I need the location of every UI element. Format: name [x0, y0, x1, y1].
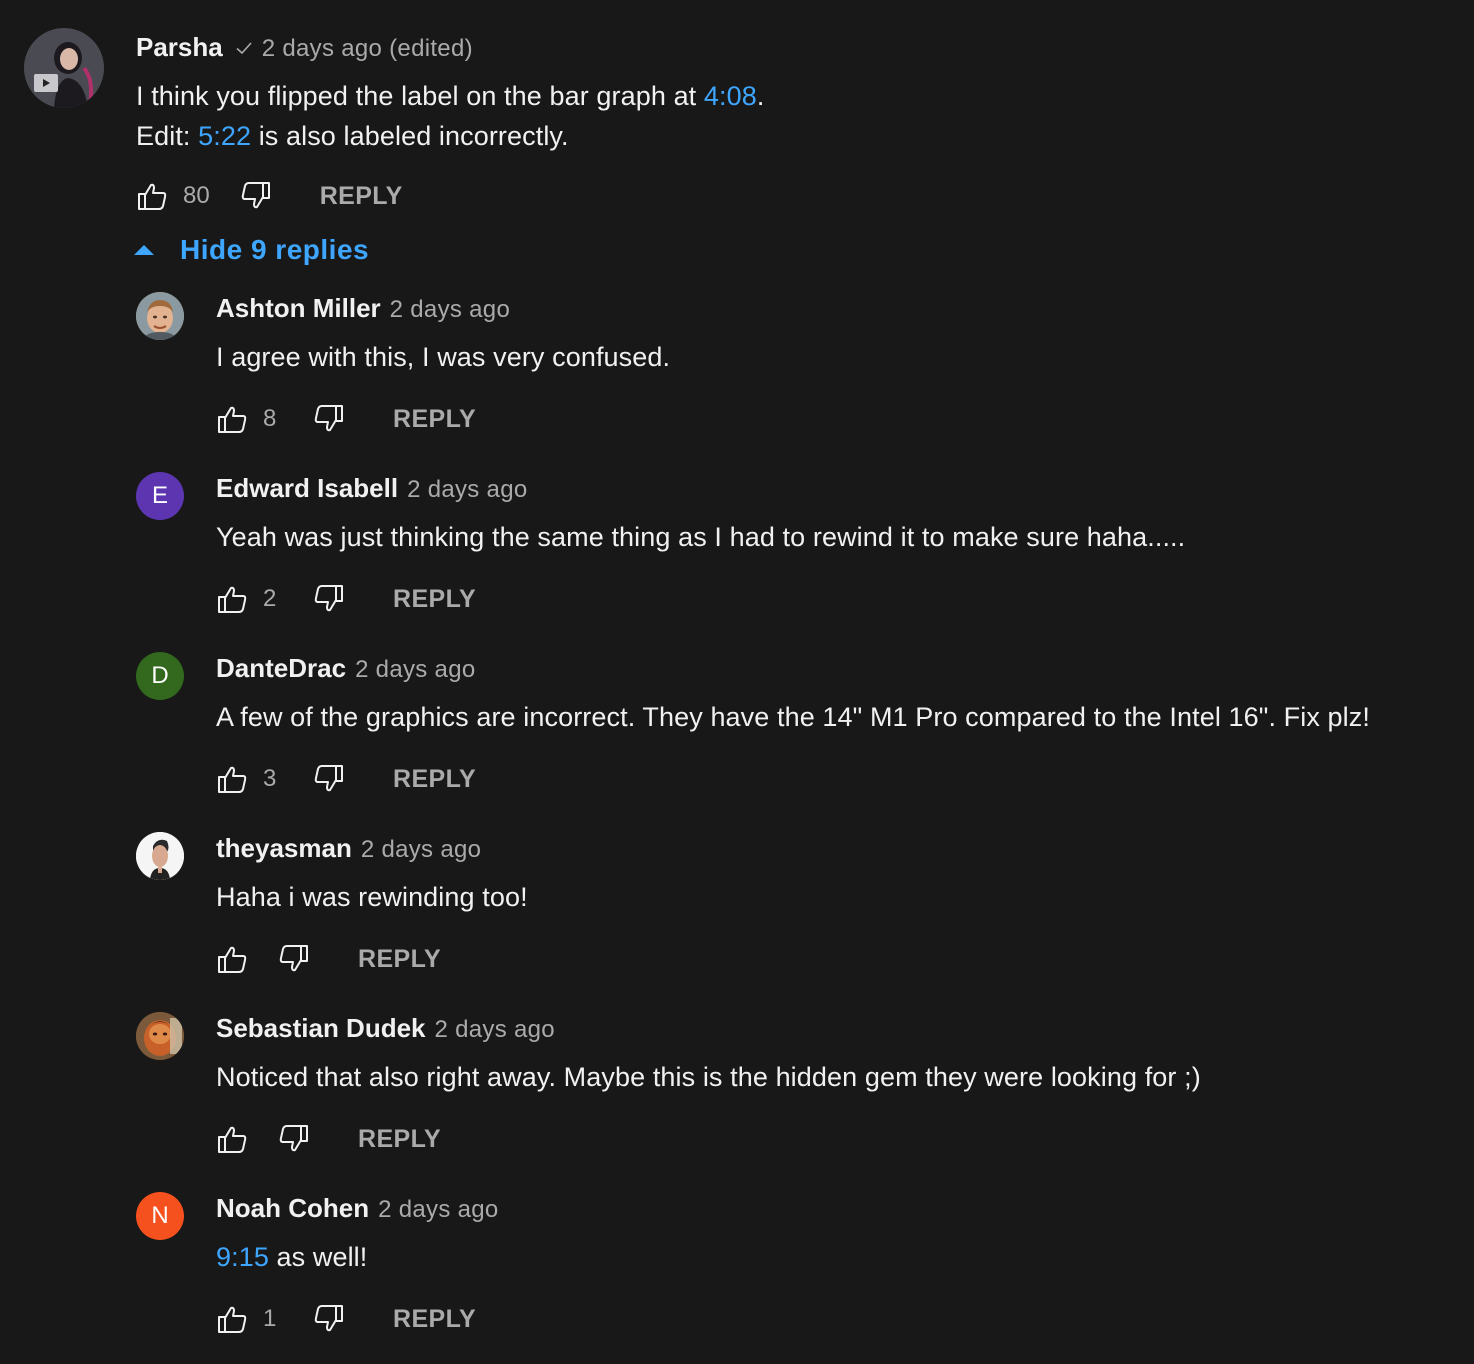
comment-text-part: is also labeled incorrectly. [251, 121, 569, 151]
avatar[interactable]: D [136, 652, 184, 700]
avatar[interactable] [136, 292, 184, 340]
author-name[interactable]: Sebastian Dudek [216, 1013, 426, 1044]
avatar-letter: D [151, 662, 169, 689]
reply-text-part: Haha i was rewinding too! [216, 882, 528, 912]
thumbs-up-icon[interactable] [216, 1123, 248, 1155]
author-name[interactable]: Edward Isabell [216, 473, 398, 504]
reply-button[interactable]: REPLY [320, 182, 403, 211]
timestamp-link[interactable]: 5:22 [198, 121, 251, 151]
reply-header: Ashton Miller 2 days ago [216, 293, 510, 324]
timestamp-link[interactable]: 9:15 [216, 1242, 269, 1272]
author-name[interactable]: theyasman [216, 833, 352, 864]
reply-button[interactable]: REPLY [358, 945, 441, 974]
avatar-letter: E [151, 482, 168, 509]
reply-button[interactable]: REPLY [393, 585, 476, 614]
thumbs-up-icon[interactable] [216, 403, 248, 435]
like-count: 8 [263, 405, 277, 432]
comment-actions: 80 REPLY [136, 176, 403, 216]
avatar[interactable]: N [136, 1192, 184, 1240]
reply-button[interactable]: REPLY [393, 765, 476, 794]
avatar[interactable]: E [136, 472, 184, 520]
reply-text: I agree with this, I was very confused. [216, 337, 670, 377]
thumbs-down-icon[interactable] [240, 180, 272, 212]
comment-text-part: Edit: [136, 121, 199, 151]
caret-up-icon [134, 245, 154, 255]
reply-button[interactable]: REPLY [393, 405, 476, 434]
reply-text: Haha i was rewinding too! [216, 877, 528, 917]
like-count: 3 [263, 765, 277, 792]
timestamp[interactable]: 2 days ago [361, 836, 481, 864]
comment-text-part: . [756, 81, 765, 111]
reply-header: Edward Isabell 2 days ago [216, 473, 528, 504]
author-name[interactable]: DanteDrac [216, 653, 346, 684]
hide-replies-label: Hide 9 replies [180, 234, 370, 265]
avatar[interactable] [136, 832, 184, 880]
timestamp[interactable]: 2 days ago [435, 1016, 555, 1044]
timestamp[interactable]: 2 days ago [390, 296, 510, 324]
avatar-photo [136, 1012, 184, 1060]
reply-actions: REPLY [216, 939, 441, 979]
comment-header: Parsha 2 days ago (edited) [136, 32, 473, 63]
thumbs-up-icon[interactable] [216, 763, 248, 795]
comment-text-part: I think you flipped the label on the bar… [136, 81, 704, 111]
hide-replies-button[interactable]: Hide 9 replies [134, 234, 369, 266]
avatar-photo [136, 292, 184, 340]
reply-text-part: Yeah was just thinking the same thing as… [216, 522, 1186, 552]
reply-text: A few of the graphics are incorrect. The… [216, 697, 1370, 737]
author-name[interactable]: Ashton Miller [216, 293, 381, 324]
reply-button[interactable]: REPLY [358, 1125, 441, 1154]
reply-text-part: I agree with this, I was very confused. [216, 342, 671, 372]
thumbs-down-icon[interactable] [313, 403, 345, 435]
timestamp[interactable]: 2 days ago [407, 476, 527, 504]
avatar-letter: N [151, 1202, 169, 1229]
like-count: 2 [263, 585, 277, 612]
reply-text-part: Noticed that also right away. Maybe this… [216, 1062, 1201, 1092]
reply-text: 9:15 as well! [216, 1237, 367, 1277]
timestamp[interactable]: 2 days ago [355, 656, 475, 684]
reply-text-part: as well! [268, 1242, 368, 1272]
author-name[interactable]: Noah Cohen [216, 1193, 369, 1224]
reply-text: Yeah was just thinking the same thing as… [216, 517, 1185, 557]
avatar-photo [24, 28, 104, 108]
timestamp[interactable]: 2 days ago [378, 1196, 498, 1224]
reply-actions: 3 REPLY [216, 759, 476, 799]
thumbs-up-icon[interactable] [216, 583, 248, 615]
avatar[interactable] [24, 28, 104, 108]
reply-actions: REPLY [216, 1119, 441, 1159]
checkmark-icon [236, 41, 252, 54]
avatar[interactable] [136, 1012, 184, 1060]
avatar-photo [136, 832, 184, 880]
thumbs-down-icon[interactable] [313, 583, 345, 615]
timestamp-link[interactable]: 4:08 [704, 81, 757, 111]
reply-text: Noticed that also right away. Maybe this… [216, 1057, 1201, 1097]
timestamp[interactable]: 2 days ago (edited) [262, 35, 473, 63]
thumbs-down-icon[interactable] [278, 1123, 310, 1155]
thumbs-up-icon[interactable] [216, 1303, 248, 1335]
reply-header: Sebastian Dudek 2 days ago [216, 1013, 555, 1044]
thumbs-down-icon[interactable] [313, 763, 345, 795]
reply-button[interactable]: REPLY [393, 1305, 476, 1334]
thumbs-down-icon[interactable] [278, 943, 310, 975]
thumbs-down-icon[interactable] [313, 1303, 345, 1335]
reply-header: DanteDrac 2 days ago [216, 653, 475, 684]
reply-header: Noah Cohen 2 days ago [216, 1193, 499, 1224]
reply-text-part: A few of the graphics are incorrect. The… [216, 702, 1370, 732]
reply-actions: 1 REPLY [216, 1299, 476, 1339]
comment-text: I think you flipped the label on the bar… [136, 76, 764, 156]
author-name[interactable]: Parsha [136, 32, 223, 63]
like-count: 80 [183, 182, 210, 209]
thumbs-up-icon[interactable] [216, 943, 248, 975]
thumbs-up-icon[interactable] [136, 180, 168, 212]
like-count: 1 [263, 1305, 277, 1332]
reply-header: theyasman 2 days ago [216, 833, 481, 864]
reply-actions: 2 REPLY [216, 579, 476, 619]
reply-actions: 8 REPLY [216, 399, 476, 439]
